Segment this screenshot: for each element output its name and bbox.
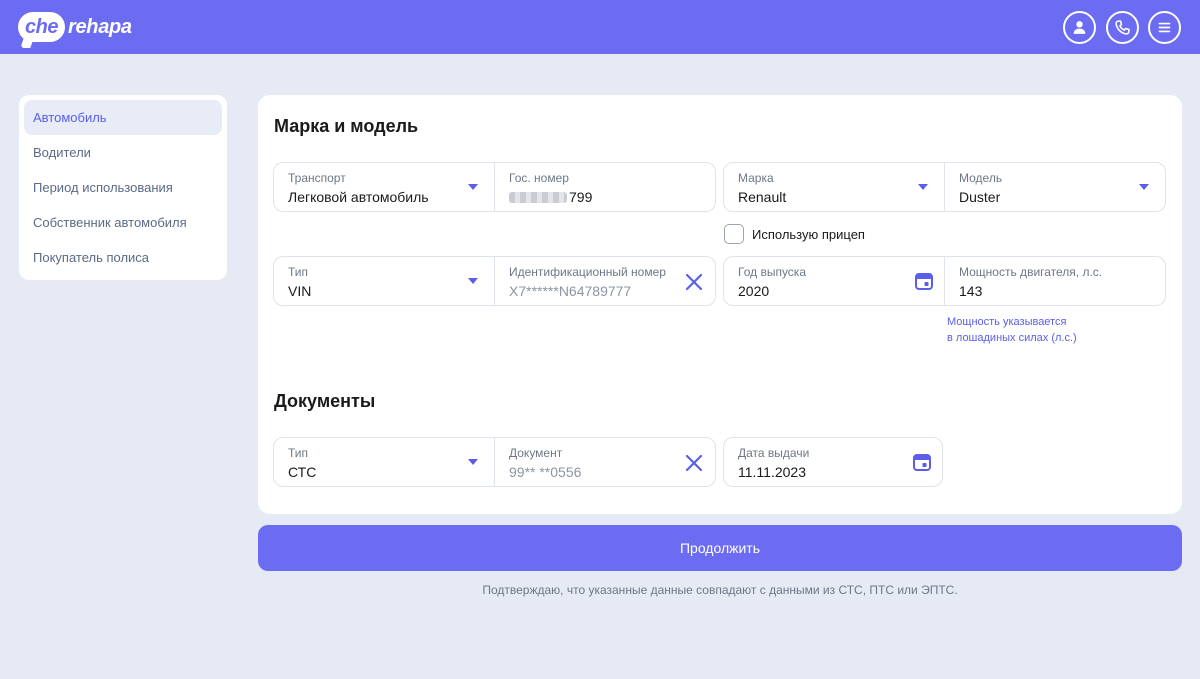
engine-power-input[interactable]: Мощность двигателя, л.с. 143 xyxy=(944,257,1165,305)
user-icon xyxy=(1073,21,1086,34)
model-select[interactable]: Модель Duster xyxy=(944,163,1165,211)
power-hint-line2: в лошадиных силах (л.с.) xyxy=(947,332,1077,344)
trailer-label[interactable]: Использую прицеп xyxy=(752,227,865,242)
top-bar: che rehapa xyxy=(0,0,1200,54)
form-card: Марка и модель Транспорт Легковой автомо… xyxy=(258,95,1182,514)
documents-section-title: Документы xyxy=(274,391,376,411)
model-label: Модель xyxy=(959,171,1003,185)
sidebar-item-drivers[interactable]: Водители xyxy=(24,135,222,170)
blurred-plate xyxy=(509,192,567,203)
id-type-value: VIN xyxy=(288,283,312,299)
doc-type-value: СТС xyxy=(288,464,317,480)
doc-number-input[interactable]: Документ 99** **0556 xyxy=(494,438,715,486)
calendar-icon[interactable] xyxy=(912,452,932,472)
brand-model-group: Марка Renault Модель Duster xyxy=(723,162,1166,212)
power-hint-line1: Мощность указывается xyxy=(947,316,1067,328)
power-label: Мощность двигателя, л.с. xyxy=(959,265,1103,279)
plate-input[interactable]: Гос. номер 799 xyxy=(494,163,715,211)
id-type-select[interactable]: Тип VIN xyxy=(274,257,494,305)
plate-label: Гос. номер xyxy=(509,171,569,185)
chevron-down-icon xyxy=(468,184,478,190)
model-value: Duster xyxy=(959,189,1001,205)
clear-icon[interactable] xyxy=(685,454,703,472)
continue-button[interactable]: Продолжить xyxy=(258,525,1182,571)
confirmation-text: Подтверждаю, что указанные данные совпад… xyxy=(482,583,958,597)
chevron-down-icon xyxy=(1139,184,1149,190)
brand-label: Марка xyxy=(738,171,774,185)
issue-date-group: Дата выдачи 11.11.2023 xyxy=(723,437,943,487)
chevron-down-icon xyxy=(918,184,928,190)
brand-select[interactable]: Марка Renault xyxy=(724,163,944,211)
issue-date-input[interactable]: Дата выдачи 11.11.2023 xyxy=(724,438,942,486)
transport-plate-group: Транспорт Легковой автомобиль Гос. номер… xyxy=(273,162,716,212)
profile-button[interactable] xyxy=(1063,11,1096,44)
phone-icon xyxy=(1115,20,1130,35)
phone-button[interactable] xyxy=(1106,11,1139,44)
trailer-checkbox[interactable] xyxy=(724,224,744,244)
logo-bubble: che xyxy=(18,12,65,42)
transport-label: Транспорт xyxy=(288,171,346,185)
sidebar-item-policy-buyer[interactable]: Покупатель полиса xyxy=(24,240,222,275)
doc-type-label: Тип xyxy=(288,446,309,460)
year-power-group: Год выпуска 2020 Мощность двигателя, л.с… xyxy=(723,256,1166,306)
menu-button[interactable] xyxy=(1148,11,1181,44)
chevron-down-icon xyxy=(468,278,478,284)
calendar-icon[interactable] xyxy=(914,271,934,291)
identifier-group: Тип VIN Идентификационный номер X7******… xyxy=(273,256,716,306)
power-hint: Мощность указывается в лошадиных силах (… xyxy=(947,314,1077,346)
transport-select[interactable]: Транспорт Легковой автомобиль xyxy=(274,163,494,211)
brand-value: Renault xyxy=(738,189,787,205)
vehicle-section-title: Марка и модель xyxy=(274,116,419,136)
power-value: 143 xyxy=(959,283,983,299)
logo[interactable]: che rehapa xyxy=(18,9,132,45)
year-input[interactable]: Год выпуска 2020 xyxy=(724,257,944,305)
logo-text: rehapa xyxy=(67,15,132,38)
doc-type-select[interactable]: Тип СТС xyxy=(274,438,494,486)
document-group: Тип СТС Документ 99** **0556 xyxy=(273,437,716,487)
steps-sidebar: Автомобиль Водители Период использования… xyxy=(19,95,227,280)
menu-icon xyxy=(1158,22,1171,33)
sidebar-item-usage-period[interactable]: Период использования xyxy=(24,170,222,205)
sidebar-item-owner[interactable]: Собственник автомобиля xyxy=(24,205,222,240)
sidebar-item-car[interactable]: Автомобиль xyxy=(24,100,222,135)
chevron-down-icon xyxy=(468,459,478,465)
transport-value: Легковой автомобиль xyxy=(288,189,429,205)
clear-icon[interactable] xyxy=(685,273,703,291)
id-number-input[interactable]: Идентификационный номер X7******N6478977… xyxy=(494,257,715,305)
plate-value: 799 xyxy=(569,189,593,205)
id-type-label: Тип xyxy=(288,265,309,279)
